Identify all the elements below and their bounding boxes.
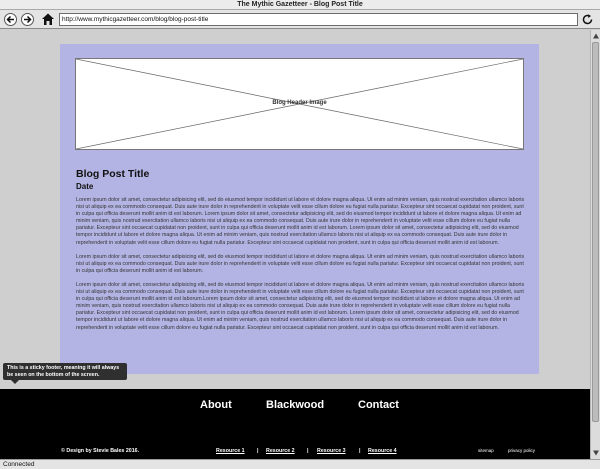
footer-nav-about[interactable]: About [200, 399, 232, 411]
refresh-button[interactable] [581, 13, 594, 26]
post-title: Blog Post Title [76, 168, 150, 180]
footer-credit: © Design by Stevie Bales 2016. [61, 448, 140, 454]
sticky-footer-tooltip: This is a sticky footer, meaning it will… [3, 363, 127, 384]
post-paragraph: Lorem ipsum dolor sit amet, consectetur … [76, 197, 525, 246]
refresh-icon [582, 14, 593, 25]
post-paragraph: Lorem ipsum dolor sit amet, consectetur … [76, 253, 525, 274]
home-button[interactable] [41, 12, 55, 26]
post-body: Lorem ipsum dolor sit amet, consectetur … [76, 197, 526, 339]
footer-privacy-link[interactable]: privacy policy [508, 448, 535, 453]
post-paragraph: Lorem ipsum dolor sit amet, consectetur … [76, 281, 525, 331]
sticky-footer: About Blackwood Contact © Design by Stev… [0, 389, 590, 459]
footer-resource-1[interactable]: Resource 1 [216, 448, 245, 454]
footer-separator: | [359, 448, 361, 454]
footer-nav-contact[interactable]: Contact [358, 399, 399, 411]
arrow-left-icon [6, 15, 14, 24]
footer-resource-4[interactable]: Resource 4 [368, 448, 397, 454]
vertical-scrollbar[interactable] [590, 30, 600, 459]
triangle-up-icon[interactable] [592, 32, 600, 40]
triangle-down-icon[interactable] [592, 449, 600, 457]
status-bar: Connected [0, 459, 600, 469]
page-viewport: Blog Header Image Blog Post Title Date L… [0, 30, 600, 459]
blog-header-image-placeholder: Blog Header Image [75, 58, 524, 150]
forward-button[interactable] [21, 13, 34, 26]
blog-post-card: Blog Header Image Blog Post Title Date L… [60, 44, 539, 374]
footer-separator: | [257, 448, 259, 454]
footer-resource-2[interactable]: Resource 2 [266, 448, 295, 454]
address-bar[interactable]: http://www.mythicgazetteer.com/blog/blog… [59, 13, 578, 26]
browser-toolbar: http://www.mythicgazetteer.com/blog/blog… [0, 10, 600, 29]
footer-nav-blackwood[interactable]: Blackwood [266, 399, 324, 411]
arrow-right-icon [24, 15, 32, 24]
post-date: Date [76, 182, 94, 191]
home-icon [42, 13, 54, 25]
window-title: The Mythic Gazetteer - Blog Post Title [0, 0, 600, 10]
back-button[interactable] [4, 13, 17, 26]
scrollbar-thumb[interactable] [592, 42, 599, 422]
footer-separator: | [307, 448, 309, 454]
footer-resource-3[interactable]: Resource 3 [317, 448, 346, 454]
blog-header-image-label: Blog Header Image [272, 100, 327, 106]
footer-sitemap-link[interactable]: sitemap [478, 448, 494, 453]
